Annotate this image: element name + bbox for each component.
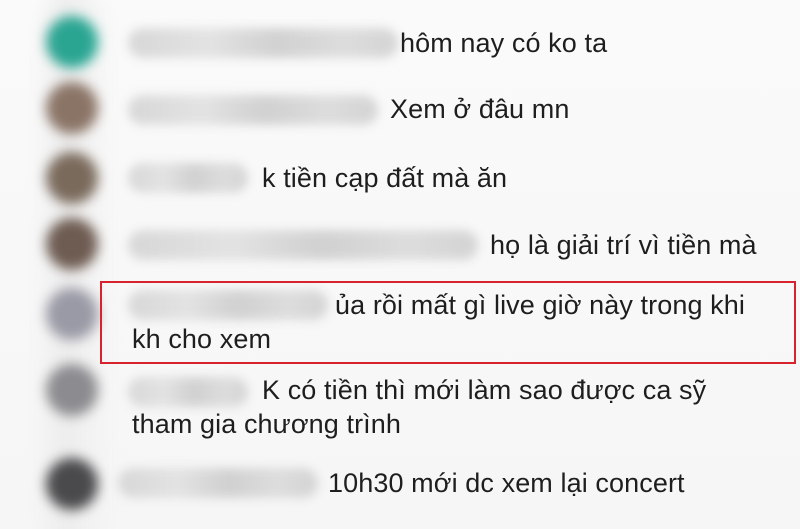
commenter-name-redacted[interactable] bbox=[128, 28, 398, 58]
comment-text-line-2: tham gia chương trình bbox=[132, 409, 402, 439]
highlight-box bbox=[100, 281, 796, 364]
avatar[interactable] bbox=[46, 218, 98, 270]
commenter-name-redacted[interactable] bbox=[128, 95, 378, 125]
comment-text: hôm nay có ko ta bbox=[400, 28, 608, 58]
avatar[interactable] bbox=[46, 364, 98, 416]
comment-feed: hôm nay có ko ta Xem ở đâu mn k tiền cạp… bbox=[0, 0, 800, 529]
comment-text: họ là giải trí vì tiền mà bbox=[490, 230, 757, 260]
avatar[interactable] bbox=[46, 458, 98, 510]
commenter-name-redacted[interactable] bbox=[128, 377, 248, 407]
commenter-name-redacted[interactable] bbox=[118, 468, 318, 498]
commenter-name-redacted[interactable] bbox=[128, 230, 478, 260]
avatar[interactable] bbox=[46, 82, 98, 134]
avatar[interactable] bbox=[46, 152, 98, 204]
comment-text: Xem ở đâu mn bbox=[390, 94, 570, 124]
comment-text: 10h30 mới dc xem lại concert bbox=[328, 468, 685, 498]
comment-text: k tiền cạp đất mà ăn bbox=[262, 163, 508, 193]
avatar[interactable] bbox=[46, 16, 98, 68]
avatar[interactable] bbox=[46, 288, 98, 340]
comment-text-line-1: K có tiền thì mới làm sao được ca sỹ bbox=[262, 375, 707, 405]
commenter-name-redacted[interactable] bbox=[128, 163, 248, 193]
